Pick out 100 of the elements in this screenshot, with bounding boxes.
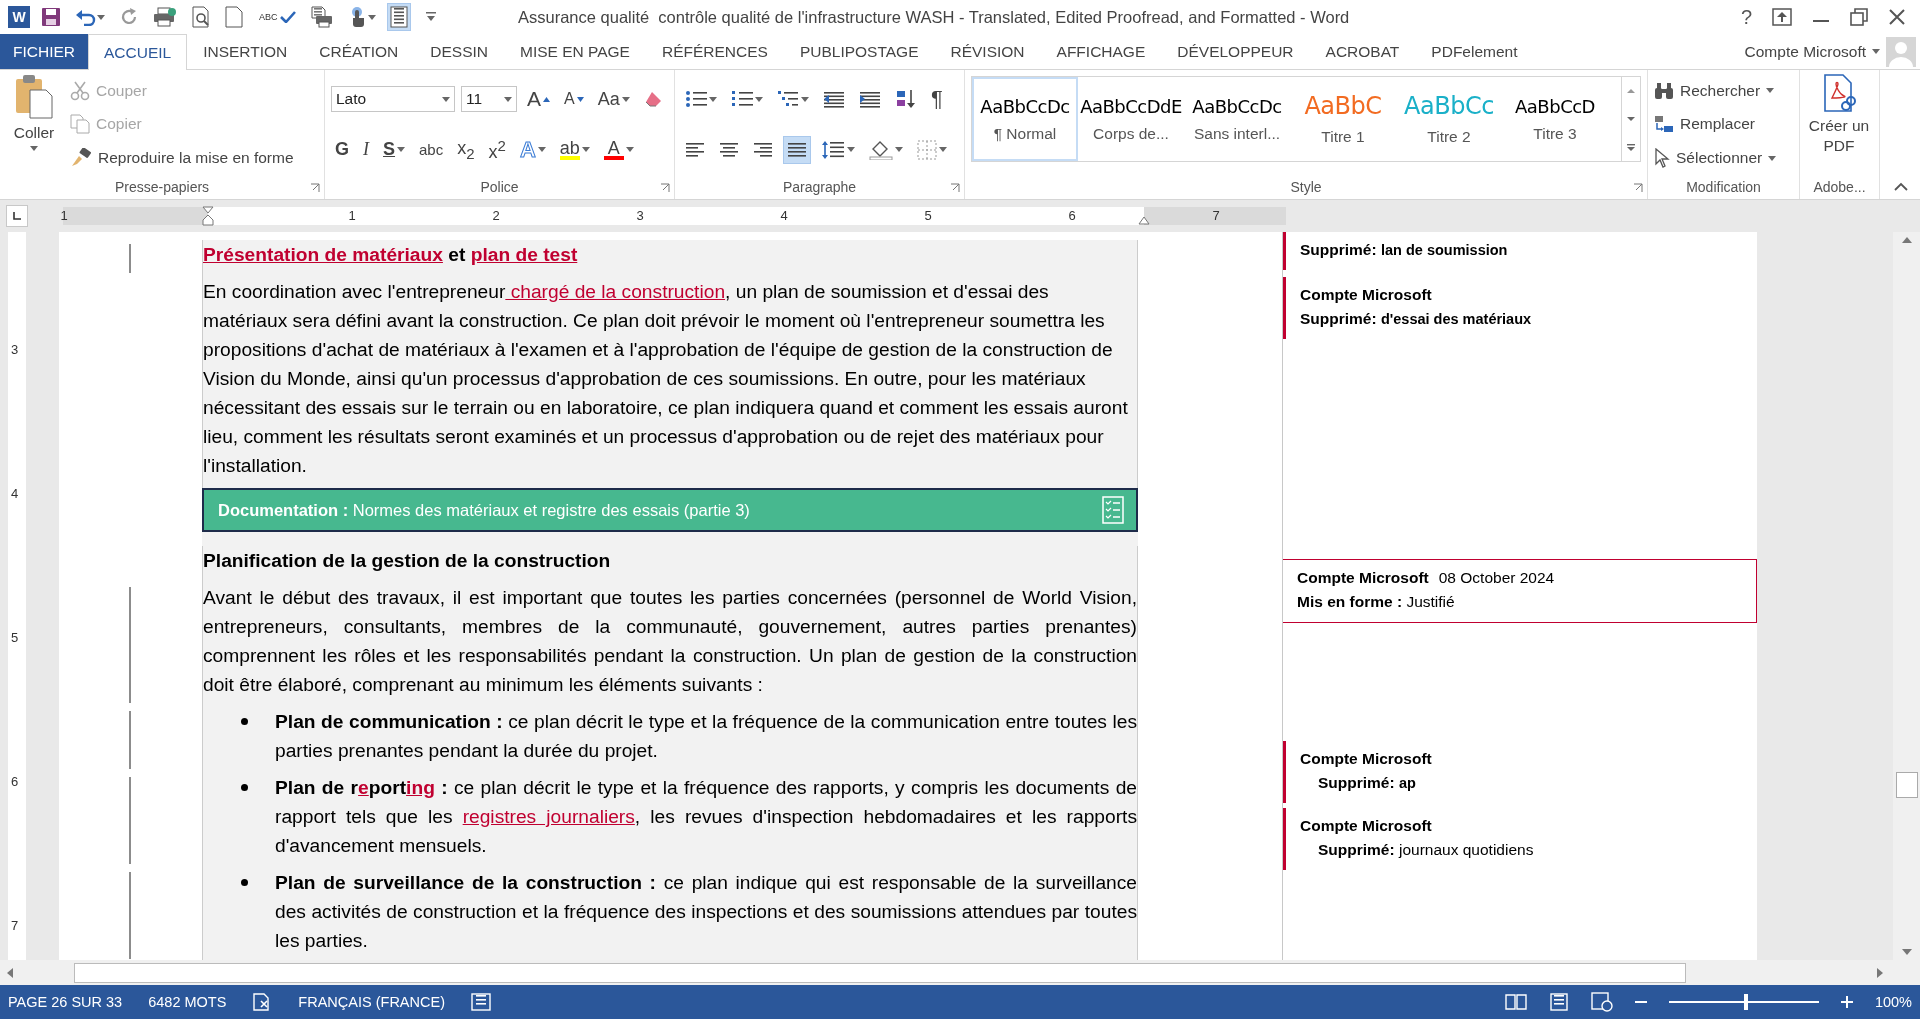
paste-button[interactable]: Coller (6, 74, 62, 175)
scroll-left-icon[interactable] (6, 966, 14, 979)
web-layout-icon[interactable] (1590, 992, 1613, 1012)
scroll-thumb[interactable] (74, 962, 1686, 983)
vertical-scrollbar[interactable] (1893, 232, 1920, 960)
down-triangle-icon[interactable] (576, 96, 584, 102)
caret-icon[interactable] (397, 147, 406, 153)
undo-icon[interactable] (75, 8, 97, 26)
italic-button[interactable]: I (359, 135, 373, 164)
caret-icon[interactable] (97, 14, 105, 20)
subscript-button[interactable]: x$_{2}$ (453, 135, 479, 164)
deletion-balloon[interactable]: Compte Microsoft Supprimé: ap (1283, 741, 1757, 803)
read-mode-icon[interactable] (1504, 993, 1527, 1011)
pdf-link-icon[interactable] (1822, 74, 1856, 114)
font-size-field[interactable]: 11 (461, 86, 517, 113)
menu-tab[interactable]: MISE EN PAGE (504, 34, 646, 69)
more-icon[interactable] (1625, 142, 1637, 152)
menu-tab[interactable]: PDFelement (1415, 34, 1534, 69)
underline-button[interactable]: S (379, 135, 410, 164)
caret-icon[interactable] (537, 147, 546, 153)
style-item[interactable]: AaBbCcDdE Corps de... (1078, 77, 1184, 161)
caret-icon[interactable] (504, 96, 512, 102)
deletion-balloon[interactable]: Compte Microsoft Supprimé: journaux quotidiens (1283, 808, 1757, 870)
caret-icon[interactable] (367, 14, 376, 20)
scroll-thumb[interactable] (1895, 772, 1918, 798)
menu-tab[interactable]: CRÉATION (303, 34, 415, 69)
caret-icon[interactable] (1768, 155, 1777, 161)
menu-tab[interactable]: ACROBAT (1309, 34, 1416, 69)
change-case-button[interactable]: Aa (593, 85, 634, 114)
tab-stop-icon[interactable] (12, 211, 22, 221)
caret-icon[interactable] (1872, 49, 1880, 54)
replace-button[interactable]: Remplacer (1654, 109, 1793, 140)
menu-tab[interactable]: DESSIN (414, 34, 504, 69)
highlight-button[interactable]: ab (555, 135, 594, 164)
superscript-button[interactable]: x$^{2}$ (484, 135, 510, 164)
shrink-font-button[interactable]: A (560, 85, 588, 114)
align-right-icon[interactable] (753, 140, 773, 159)
multilevel-list-icon[interactable] (777, 90, 799, 109)
zoom-level[interactable]: 100% (1874, 994, 1912, 1010)
style-item[interactable]: AaBbCc Titre 2 (1396, 77, 1502, 161)
justify-icon[interactable] (787, 140, 807, 159)
restore-icon[interactable] (1850, 8, 1868, 26)
select-button[interactable]: Sélectionner (1654, 143, 1793, 174)
page-indicator[interactable]: PAGE 26 SUR 33 (8, 994, 123, 1010)
caret-icon[interactable] (581, 147, 590, 153)
deletion-balloon[interactable]: Compte Microsoft Supprimé: d'essai des matériaux (1283, 277, 1757, 339)
menu-tab[interactable]: FICHIER (0, 34, 88, 69)
print-layout-icon[interactable] (1548, 993, 1569, 1011)
style-item[interactable]: AaBbCcDc Sans interl... (1184, 77, 1290, 161)
font-color-button[interactable]: A (599, 135, 638, 164)
menu-tab[interactable]: ACCUEIL (88, 34, 188, 70)
close-icon[interactable] (1888, 8, 1906, 26)
text-effects-button[interactable]: A (515, 135, 550, 164)
collapse-ribbon-icon[interactable] (1894, 182, 1908, 191)
caret-icon[interactable] (1766, 88, 1775, 94)
horizontal-scrollbar[interactable] (0, 960, 1920, 985)
line-spacing-icon[interactable] (821, 139, 845, 160)
scroll-up-icon[interactable] (1625, 86, 1637, 96)
dialog-launcher-icon[interactable] (660, 183, 670, 193)
bold-button[interactable]: G (331, 135, 353, 164)
scroll-down-icon[interactable] (1625, 114, 1637, 124)
track-changes-icon[interactable] (471, 993, 491, 1011)
align-justify-button[interactable] (783, 135, 811, 164)
zoom-slider-thumb[interactable] (1743, 994, 1748, 1010)
indent-marker-icon[interactable] (202, 206, 214, 226)
binoculars-icon[interactable] (1654, 81, 1674, 100)
menu-tab[interactable]: RÉVISION (934, 34, 1041, 69)
clipboard-button[interactable]: Reproduire la mise en forme (68, 143, 318, 174)
grow-font-button[interactable]: A (523, 85, 554, 114)
caret-icon[interactable] (895, 147, 903, 153)
style-item[interactable]: AaBbCcDc ¶ Normal (972, 77, 1078, 161)
style-item[interactable]: AaBbC Titre 1 (1290, 77, 1396, 161)
find-button[interactable]: Rechercher (1654, 75, 1793, 106)
cursor-icon[interactable] (1654, 148, 1670, 169)
replace-icon[interactable] (1654, 114, 1674, 135)
align-center-icon[interactable] (719, 140, 739, 159)
create-pdf-button[interactable]: Créer un PDF (1806, 74, 1872, 175)
check-icon[interactable] (279, 11, 296, 23)
menu-tab[interactable]: PUBLIPOSTAGE (783, 34, 935, 69)
caret-icon[interactable] (755, 96, 763, 102)
align-left-icon[interactable] (685, 140, 705, 159)
show-formatting-button[interactable]: ¶ (927, 85, 947, 114)
decrease-indent-icon[interactable] (823, 90, 845, 109)
numbered-list-icon[interactable] (731, 90, 753, 109)
paint-bucket-icon[interactable] (869, 139, 893, 160)
language-indicator[interactable]: FRANÇAIS (FRANCE) (298, 994, 445, 1010)
menu-tab[interactable]: DÉVELOPPEUR (1161, 34, 1310, 69)
caret-icon[interactable] (621, 96, 630, 102)
tab-selector[interactable] (6, 205, 28, 227)
spelling-button[interactable]: ABC (254, 3, 299, 31)
menu-tab[interactable]: INSERTION (187, 34, 304, 69)
strikethrough-button[interactable]: abc (415, 135, 448, 164)
deletion-balloon[interactable]: Supprimé: lan de soumission (1283, 232, 1757, 270)
word-count[interactable]: 6482 MOTS (148, 994, 227, 1010)
caret-icon[interactable] (847, 147, 855, 153)
dialog-launcher-icon[interactable] (310, 183, 320, 193)
ribbon-display-icon[interactable] (1772, 8, 1792, 26)
caret-icon[interactable] (625, 147, 634, 153)
menu-tab[interactable]: AFFICHAGE (1040, 34, 1162, 69)
clipboard-icon[interactable] (14, 74, 54, 120)
